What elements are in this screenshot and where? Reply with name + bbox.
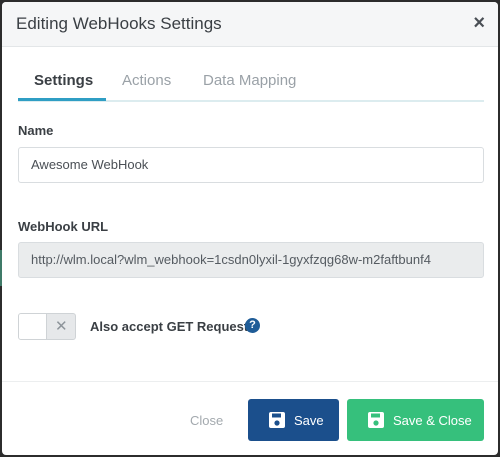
accept-get-label: Also accept GET Requests xyxy=(90,319,256,334)
name-input[interactable]: Awesome WebHook xyxy=(18,147,484,183)
tab-data-mapping[interactable]: Data Mapping xyxy=(203,72,296,89)
webhook-url-label: WebHook URL xyxy=(18,219,109,234)
floppy-disk-icon xyxy=(368,412,384,428)
webhook-settings-dialog: Editing WebHooks Settings × Settings Act… xyxy=(2,2,498,455)
dialog-header: Editing WebHooks Settings × xyxy=(2,2,498,47)
dialog-title: Editing WebHooks Settings xyxy=(16,14,222,33)
save-button[interactable]: Save xyxy=(248,399,339,441)
tab-actions[interactable]: Actions xyxy=(122,72,171,89)
toggle-knob xyxy=(19,314,47,339)
tab-settings[interactable]: Settings xyxy=(34,72,93,89)
help-icon[interactable]: ? xyxy=(245,318,260,333)
name-label: Name xyxy=(18,123,54,138)
toggle-off-icon: ✕ xyxy=(55,318,68,335)
tab-bar: Settings Actions Data Mapping xyxy=(18,60,484,102)
accept-get-toggle[interactable]: ✕ xyxy=(18,313,76,340)
save-and-close-button[interactable]: Save & Close xyxy=(347,399,484,441)
footer-divider xyxy=(2,381,498,382)
floppy-disk-icon xyxy=(269,412,285,428)
close-button[interactable]: Close xyxy=(190,413,223,428)
close-icon[interactable]: × xyxy=(473,13,485,33)
active-tab-indicator xyxy=(18,98,106,101)
save-button-label: Save xyxy=(294,413,324,428)
save-and-close-button-label: Save & Close xyxy=(393,413,472,428)
webhook-url-field[interactable]: http://wlm.local?wlm_webhook=1csdn0lyxil… xyxy=(18,242,484,278)
